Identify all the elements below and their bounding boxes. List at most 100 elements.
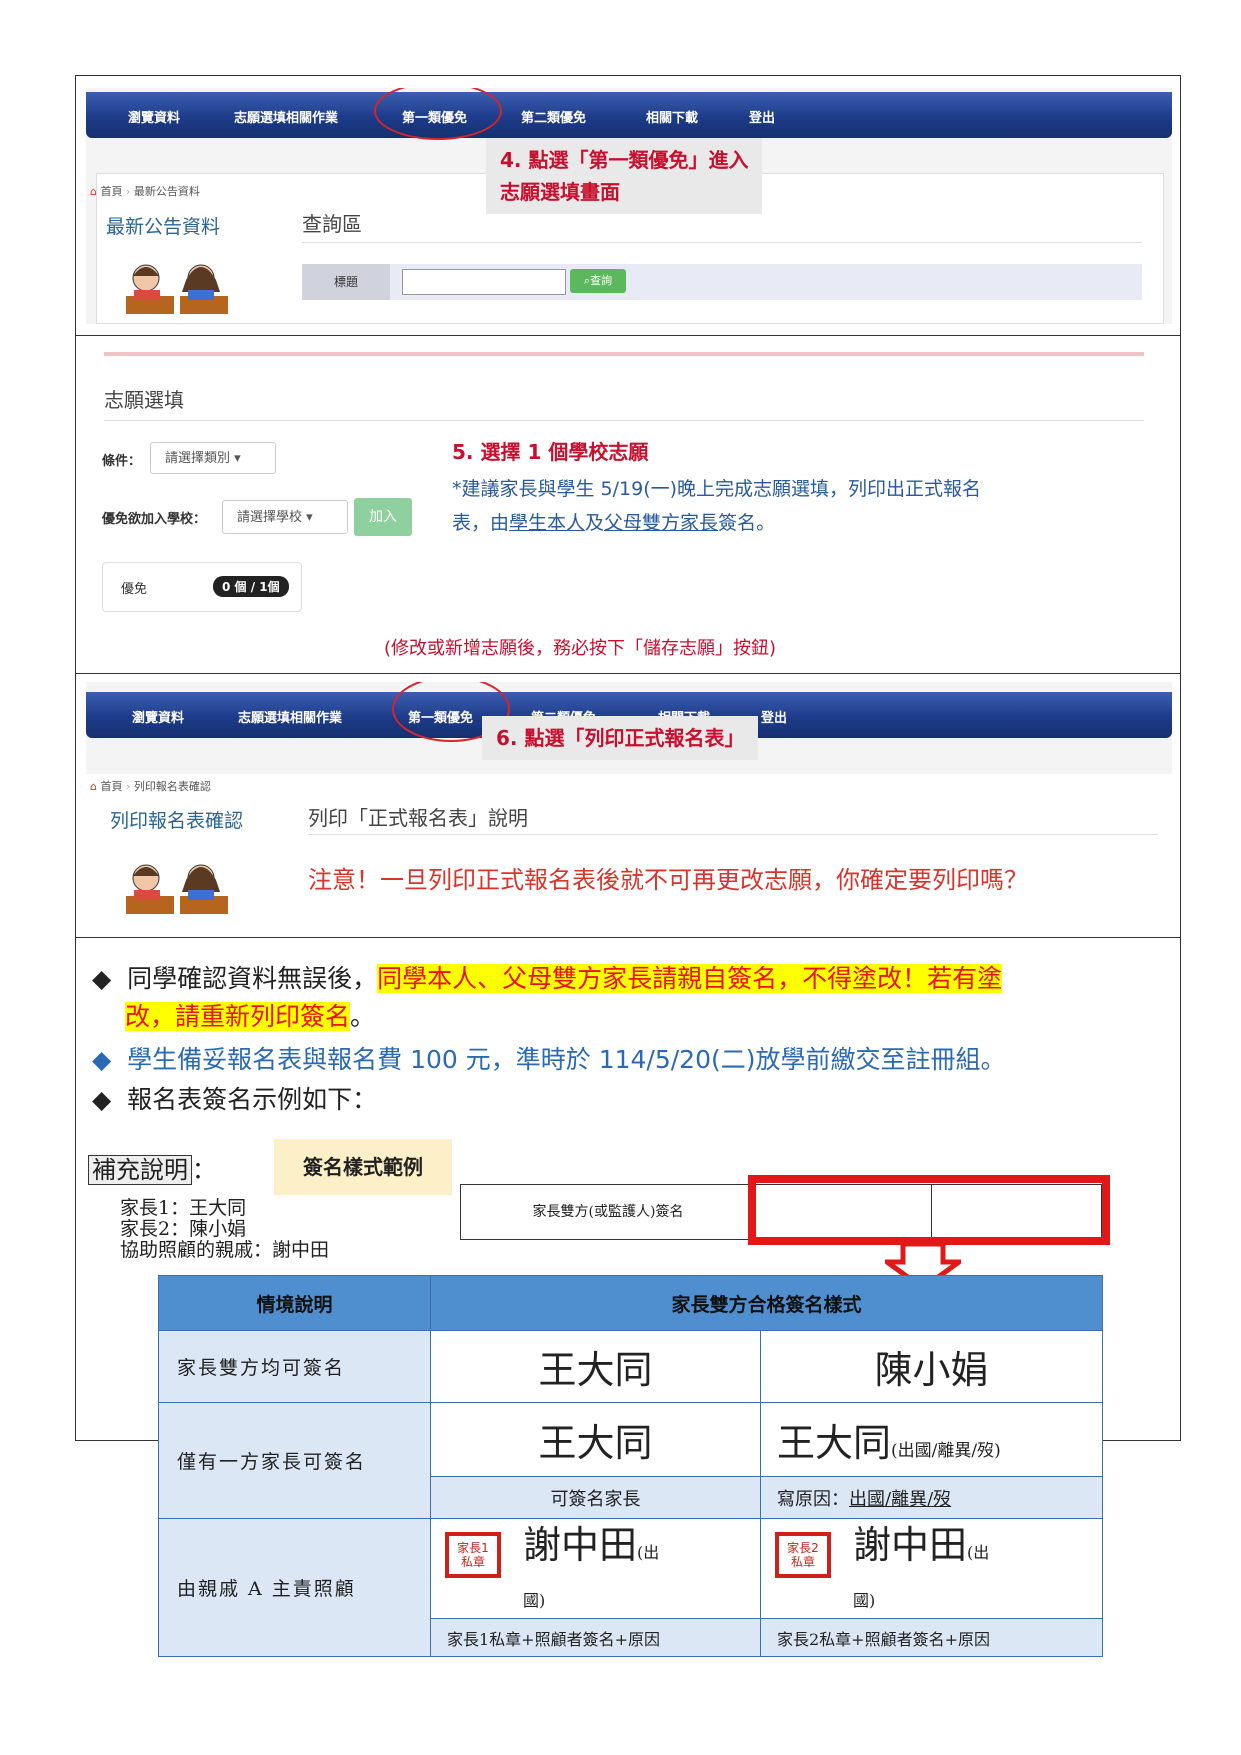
- section-title: 列印「正式報名表」說明: [308, 806, 528, 830]
- bullet-fee: ◆ 學生備妥報名表與報名費 100 元，準時於 114/5/20(二)放學前繳交…: [92, 1040, 1006, 1076]
- school-select[interactable]: 請選擇學校 ▾: [222, 500, 348, 534]
- step6-callout: 6. 點選「列印正式報名表」: [482, 716, 759, 760]
- nav-browse[interactable]: 瀏覽資料: [128, 107, 180, 126]
- row2-sub1: 可簽名家長: [430, 1476, 761, 1519]
- bullet3-text: 報名表簽名示例如下：: [127, 1085, 378, 1114]
- query-button-label: 查詢: [590, 274, 613, 287]
- breadcrumb-current: 最新公告資料: [133, 185, 200, 198]
- side-title: 最新公告資料: [106, 216, 221, 238]
- seal2: 家長2 私章: [775, 1531, 831, 1578]
- note-prefix: 表，由: [452, 512, 510, 534]
- screenshot-preference-selection: 志願選填 條件： 請選擇類別 ▾ 優免欲加入學校： 請選擇學校 ▾ 加入 優免 …: [86, 344, 1172, 662]
- head-context: 情境說明: [158, 1275, 431, 1331]
- row1-signature1: 王大同: [430, 1330, 761, 1403]
- row3-reason-a: (出: [637, 1542, 660, 1562]
- step5-title: 5. 選擇 1 個學校志願: [452, 440, 649, 464]
- count-badge: 0 個 / 1個: [213, 576, 289, 597]
- row3-reason-b: 國): [853, 1590, 876, 1610]
- query-title: 查詢區: [302, 212, 362, 236]
- note-and: 及: [585, 512, 605, 534]
- nav-browse[interactable]: 瀏覽資料: [132, 707, 184, 726]
- seal1: 家長1 私章: [445, 1531, 501, 1578]
- note-line2: 表，由學生本人及父母雙方家長簽名。: [452, 506, 981, 540]
- row2-signature2: 王大同(出國/離異/歿): [760, 1402, 1103, 1477]
- chevron-down-icon: ▾: [306, 510, 313, 525]
- top-nav: 瀏覽資料 志願選填相關作業 第一類優免 第二類優免 相關下載 登出: [86, 92, 1172, 138]
- relative: 協助照顧的親戚：謝中田: [120, 1239, 330, 1261]
- category-select-value: 請選擇類別: [165, 451, 231, 466]
- row3-reason-b: 國): [523, 1590, 546, 1610]
- kids-illustration: [126, 264, 228, 314]
- row3-signature2: 家長2 私章 謝中田(出 國): [760, 1518, 1103, 1619]
- print-warning: 注意！一旦列印正式報名表後就不可再更改志願，你確定要列印嗎？: [308, 866, 1028, 894]
- parent1: 家長1：王大同: [120, 1197, 247, 1219]
- row2-signature1: 王大同: [430, 1402, 761, 1477]
- caregiver-signature: 謝中田: [853, 1522, 968, 1567]
- head-format: 家長雙方合格簽名樣式: [430, 1275, 1103, 1331]
- highlight-box: [748, 1175, 1110, 1245]
- section-title: 志願選填: [104, 388, 184, 412]
- row2-sub2-prefix: 寫原因：: [777, 1488, 849, 1510]
- diamond-icon: ◆: [92, 1085, 112, 1114]
- diamond-icon: ◆: [92, 964, 112, 993]
- sample-title: 簽名樣式範例: [274, 1139, 452, 1195]
- step4-callout: 4. 點選「第一類優免」進入 志願選填畫面: [486, 138, 763, 214]
- row2-sub2-reason: 出國/離異/歿: [849, 1488, 952, 1510]
- title-search-input[interactable]: [402, 269, 566, 295]
- nav-logout[interactable]: 登出: [749, 107, 775, 126]
- row3-context: 由親戚 A 主責照顧: [158, 1518, 431, 1657]
- sign-row-label: 家長雙方(或監護人)簽名: [461, 1185, 756, 1239]
- query-button[interactable]: ⌕查詢: [570, 269, 626, 293]
- supplement-colon: ：: [192, 1156, 216, 1184]
- divider: [75, 937, 1181, 938]
- diamond-icon: ◆: [92, 1045, 112, 1074]
- school-label: 優免欲加入學校：: [102, 512, 207, 527]
- row2-sub2: 寫原因：出國/離異/歿: [760, 1476, 1103, 1519]
- row2-signature2-name: 王大同: [777, 1421, 892, 1465]
- category-select[interactable]: 請選擇類別 ▾: [150, 442, 276, 474]
- row3-signature1: 家長1 私章 謝中田(出國): [430, 1518, 761, 1619]
- supplement-label: 補充說明: [88, 1155, 192, 1185]
- bullet1-prefix: 同學確認資料無誤後，: [127, 964, 378, 993]
- kids-illustration: [126, 864, 228, 914]
- row2-reason: (出國/離異/歿): [891, 1441, 1001, 1461]
- home-icon[interactable]: ⌂: [90, 185, 97, 198]
- breadcrumb: ⌂ 首頁 › 列印報名表確認: [90, 780, 211, 793]
- nav-logout[interactable]: 登出: [761, 707, 787, 726]
- nav-preference-work[interactable]: 志願選填相關作業: [234, 107, 338, 126]
- breadcrumb-home[interactable]: 首頁: [100, 185, 122, 198]
- bullet1-highlight: 同學本人、父母雙方家長請親自簽名，不得塗改！若有塗: [377, 964, 1003, 993]
- bullet-confirm: ◆ 同學確認資料無誤後，同學本人、父母雙方家長請親自簽名，不得塗改！若有塗: [92, 960, 1003, 998]
- bullet-confirm-cont: 改，請重新列印簽名。: [125, 998, 375, 1036]
- breadcrumb: ⌂ 首頁 › 最新公告資料: [90, 185, 200, 198]
- breadcrumb-current: 列印報名表確認: [133, 780, 211, 793]
- note-line1: *建議家長與學生 5/19(一)晚上完成志願選填，列印出正式報名: [452, 478, 982, 500]
- row3-sub1: 家長1私章+照顧者簽名+原因: [430, 1618, 761, 1657]
- bullet2-text: 學生備妥報名表與報名費 100 元，準時於 114/5/20(二)放學前繳交至註…: [127, 1045, 1006, 1074]
- home-icon[interactable]: ⌂: [90, 780, 97, 793]
- step5-note: *建議家長與學生 5/19(一)晚上完成志願選填，列印出正式報名 表，由學生本人…: [452, 472, 981, 540]
- caregiver-signature: 謝中田: [523, 1522, 638, 1567]
- nav-downloads[interactable]: 相關下載: [646, 107, 698, 126]
- count-box: 優免 0 個 / 1個: [102, 562, 302, 612]
- nav-second-category[interactable]: 第二類優免: [521, 107, 586, 126]
- note-student: 學生本人: [509, 512, 586, 534]
- row1-signature2: 陳小娟: [760, 1330, 1103, 1403]
- screenshot-print-form: 瀏覽資料 志願選填相關作業 第一類優免 第二類優免 相關下載 登出 6. 點選「…: [86, 682, 1172, 926]
- people-list: 家長1：王大同 家長2：陳小娟 協助照顧的親戚：謝中田: [120, 1198, 329, 1261]
- breadcrumb-home[interactable]: 首頁: [100, 780, 122, 793]
- add-button[interactable]: 加入: [354, 498, 412, 536]
- note-suffix: 簽名。: [718, 512, 776, 534]
- save-notice: (修改或新增志願後，務必按下「儲存志願」按鈕): [384, 638, 777, 659]
- note-parents: 父母雙方家長: [604, 512, 719, 534]
- bullet1-end: 。: [350, 1002, 376, 1031]
- supplement-heading: 補充說明：: [88, 1150, 216, 1185]
- screenshot-announcements: 瀏覽資料 志願選填相關作業 第一類優免 第二類優免 相關下載 登出 4. 點選「…: [86, 88, 1172, 324]
- divider: [75, 673, 1181, 674]
- side-title: 列印報名表確認: [110, 810, 244, 832]
- row2-context: 僅有一方家長可簽名: [158, 1402, 431, 1519]
- parent2: 家長2：陳小娟: [120, 1218, 247, 1240]
- callout-line: 志願選填畫面: [500, 180, 620, 204]
- nav-preference-work[interactable]: 志願選填相關作業: [238, 707, 342, 726]
- bullet-example: ◆ 報名表簽名示例如下：: [92, 1080, 377, 1116]
